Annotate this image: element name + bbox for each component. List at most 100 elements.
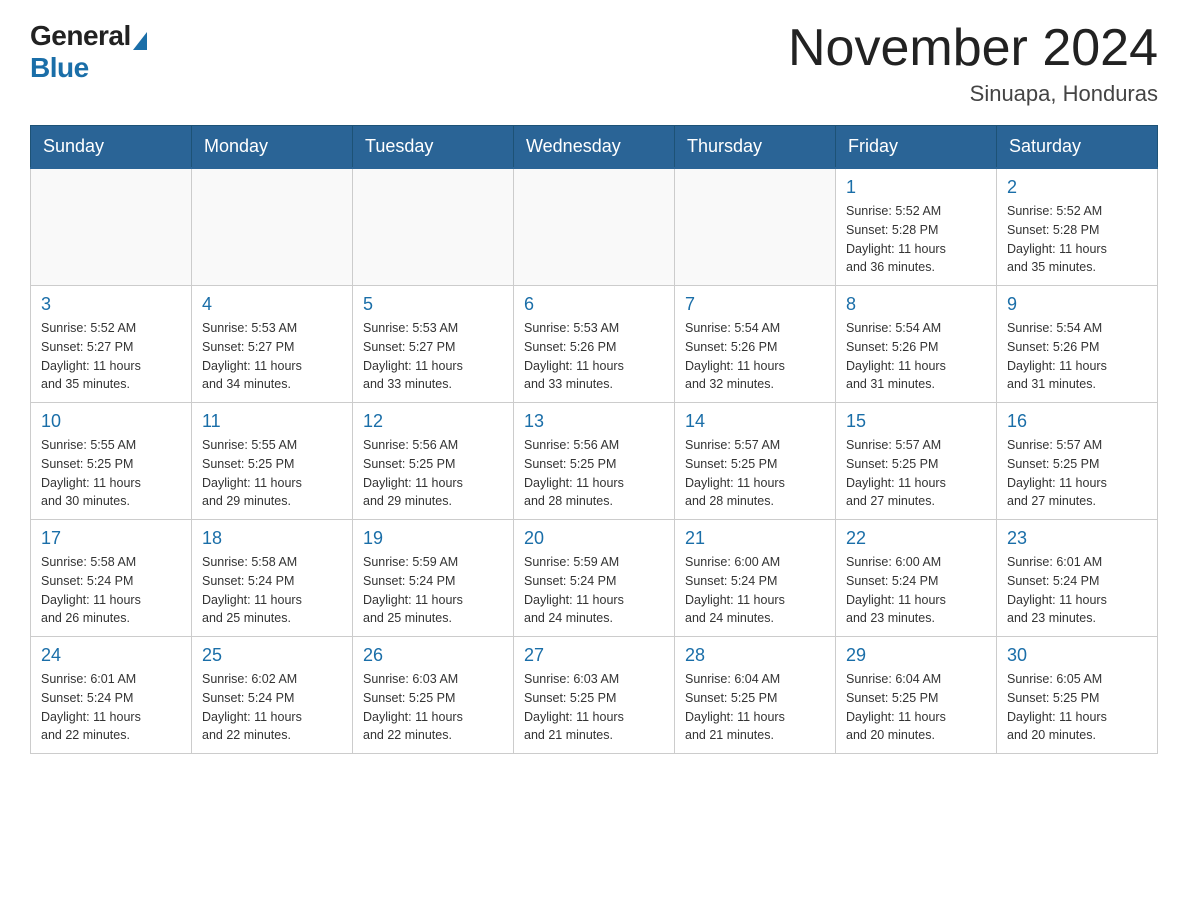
calendar-cell: 28 Sunrise: 6:04 AM Sunset: 5:25 PM Dayli… — [675, 637, 836, 754]
calendar-cell — [675, 168, 836, 286]
day-number: 9 — [1007, 294, 1147, 315]
day-info: Sunrise: 5:58 AM Sunset: 5:24 PM Dayligh… — [202, 553, 342, 628]
day-info: Sunrise: 5:59 AM Sunset: 5:24 PM Dayligh… — [524, 553, 664, 628]
calendar-cell: 9 Sunrise: 5:54 AM Sunset: 5:26 PM Daylig… — [997, 286, 1158, 403]
day-number: 29 — [846, 645, 986, 666]
week-row-5: 24 Sunrise: 6:01 AM Sunset: 5:24 PM Dayli… — [31, 637, 1158, 754]
day-number: 22 — [846, 528, 986, 549]
day-info: Sunrise: 6:04 AM Sunset: 5:25 PM Dayligh… — [846, 670, 986, 745]
day-number: 20 — [524, 528, 664, 549]
day-info: Sunrise: 6:05 AM Sunset: 5:25 PM Dayligh… — [1007, 670, 1147, 745]
day-info: Sunrise: 5:54 AM Sunset: 5:26 PM Dayligh… — [1007, 319, 1147, 394]
day-number: 23 — [1007, 528, 1147, 549]
calendar-cell: 11Sunrise: 5:55 AM Sunset: 5:25 PM Dayli… — [192, 403, 353, 520]
day-info: Sunrise: 6:03 AM Sunset: 5:25 PM Dayligh… — [524, 670, 664, 745]
day-number: 19 — [363, 528, 503, 549]
calendar-cell — [192, 168, 353, 286]
calendar-cell: 30 Sunrise: 6:05 AM Sunset: 5:25 PM Dayli… — [997, 637, 1158, 754]
day-info: Sunrise: 6:04 AM Sunset: 5:25 PM Dayligh… — [685, 670, 825, 745]
weekday-header-friday: Friday — [836, 126, 997, 169]
calendar-cell: 19 Sunrise: 5:59 AM Sunset: 5:24 PM Dayli… — [353, 520, 514, 637]
day-info: Sunrise: 5:52 AM Sunset: 5:27 PM Dayligh… — [41, 319, 181, 394]
calendar-cell: 8Sunrise: 5:54 AM Sunset: 5:26 PM Daylig… — [836, 286, 997, 403]
day-number: 15 — [846, 411, 986, 432]
day-number: 7 — [685, 294, 825, 315]
logo: General Blue — [30, 20, 147, 84]
day-number: 6 — [524, 294, 664, 315]
weekday-header-sunday: Sunday — [31, 126, 192, 169]
day-number: 28 — [685, 645, 825, 666]
day-info: Sunrise: 5:59 AM Sunset: 5:24 PM Dayligh… — [363, 553, 503, 628]
calendar-cell: 24 Sunrise: 6:01 AM Sunset: 5:24 PM Dayli… — [31, 637, 192, 754]
day-info: Sunrise: 5:53 AM Sunset: 5:27 PM Dayligh… — [363, 319, 503, 394]
calendar-cell: 14 Sunrise: 5:57 AM Sunset: 5:25 PM Dayli… — [675, 403, 836, 520]
weekday-header-monday: Monday — [192, 126, 353, 169]
day-number: 18 — [202, 528, 342, 549]
calendar-table: SundayMondayTuesdayWednesdayThursdayFrid… — [30, 125, 1158, 754]
day-number: 12 — [363, 411, 503, 432]
calendar-cell: 22Sunrise: 6:00 AM Sunset: 5:24 PM Dayli… — [836, 520, 997, 637]
day-info: Sunrise: 5:54 AM Sunset: 5:26 PM Dayligh… — [685, 319, 825, 394]
day-number: 13 — [524, 411, 664, 432]
calendar-cell: 6Sunrise: 5:53 AM Sunset: 5:26 PM Daylig… — [514, 286, 675, 403]
calendar-cell: 23Sunrise: 6:01 AM Sunset: 5:24 PM Dayli… — [997, 520, 1158, 637]
calendar-cell: 15Sunrise: 5:57 AM Sunset: 5:25 PM Dayli… — [836, 403, 997, 520]
calendar-cell: 13 Sunrise: 5:56 AM Sunset: 5:25 PM Dayli… — [514, 403, 675, 520]
calendar-cell: 5 Sunrise: 5:53 AM Sunset: 5:27 PM Daylig… — [353, 286, 514, 403]
week-row-2: 3 Sunrise: 5:52 AM Sunset: 5:27 PM Daylig… — [31, 286, 1158, 403]
calendar-cell: 29 Sunrise: 6:04 AM Sunset: 5:25 PM Dayli… — [836, 637, 997, 754]
day-number: 1 — [846, 177, 986, 198]
calendar-cell: 7 Sunrise: 5:54 AM Sunset: 5:26 PM Daylig… — [675, 286, 836, 403]
day-info: Sunrise: 5:52 AM Sunset: 5:28 PM Dayligh… — [1007, 202, 1147, 277]
calendar-cell — [31, 168, 192, 286]
page-header: General Blue November 2024 Sinuapa, Hond… — [30, 20, 1158, 107]
day-number: 3 — [41, 294, 181, 315]
calendar-cell: 16 Sunrise: 5:57 AM Sunset: 5:25 PM Dayli… — [997, 403, 1158, 520]
calendar-cell: 1 Sunrise: 5:52 AM Sunset: 5:28 PM Daylig… — [836, 168, 997, 286]
day-number: 11 — [202, 411, 342, 432]
weekday-header-thursday: Thursday — [675, 126, 836, 169]
week-row-4: 17Sunrise: 5:58 AM Sunset: 5:24 PM Dayli… — [31, 520, 1158, 637]
calendar-cell — [514, 168, 675, 286]
title-block: November 2024 Sinuapa, Honduras — [788, 20, 1158, 107]
calendar-cell: 18 Sunrise: 5:58 AM Sunset: 5:24 PM Dayli… — [192, 520, 353, 637]
day-number: 5 — [363, 294, 503, 315]
day-number: 16 — [1007, 411, 1147, 432]
calendar-cell: 3 Sunrise: 5:52 AM Sunset: 5:27 PM Daylig… — [31, 286, 192, 403]
day-info: Sunrise: 5:56 AM Sunset: 5:25 PM Dayligh… — [524, 436, 664, 511]
day-number: 21 — [685, 528, 825, 549]
weekday-header-row: SundayMondayTuesdayWednesdayThursdayFrid… — [31, 126, 1158, 169]
day-number: 26 — [363, 645, 503, 666]
calendar-cell: 20 Sunrise: 5:59 AM Sunset: 5:24 PM Dayli… — [514, 520, 675, 637]
day-info: Sunrise: 6:00 AM Sunset: 5:24 PM Dayligh… — [685, 553, 825, 628]
page-title: November 2024 — [788, 20, 1158, 77]
day-number: 30 — [1007, 645, 1147, 666]
calendar-cell: 2 Sunrise: 5:52 AM Sunset: 5:28 PM Daylig… — [997, 168, 1158, 286]
day-info: Sunrise: 5:52 AM Sunset: 5:28 PM Dayligh… — [846, 202, 986, 277]
day-info: Sunrise: 5:55 AM Sunset: 5:25 PM Dayligh… — [41, 436, 181, 511]
day-number: 25 — [202, 645, 342, 666]
calendar-cell: 4Sunrise: 5:53 AM Sunset: 5:27 PM Daylig… — [192, 286, 353, 403]
day-number: 4 — [202, 294, 342, 315]
week-row-3: 10Sunrise: 5:55 AM Sunset: 5:25 PM Dayli… — [31, 403, 1158, 520]
day-number: 14 — [685, 411, 825, 432]
day-info: Sunrise: 6:03 AM Sunset: 5:25 PM Dayligh… — [363, 670, 503, 745]
logo-general-text: General — [30, 20, 131, 52]
calendar-cell: 12Sunrise: 5:56 AM Sunset: 5:25 PM Dayli… — [353, 403, 514, 520]
day-info: Sunrise: 6:01 AM Sunset: 5:24 PM Dayligh… — [41, 670, 181, 745]
day-info: Sunrise: 5:57 AM Sunset: 5:25 PM Dayligh… — [1007, 436, 1147, 511]
calendar-cell: 27Sunrise: 6:03 AM Sunset: 5:25 PM Dayli… — [514, 637, 675, 754]
logo-blue-text: Blue — [30, 52, 89, 84]
calendar-cell: 25Sunrise: 6:02 AM Sunset: 5:24 PM Dayli… — [192, 637, 353, 754]
day-info: Sunrise: 5:57 AM Sunset: 5:25 PM Dayligh… — [685, 436, 825, 511]
day-number: 2 — [1007, 177, 1147, 198]
calendar-cell: 17Sunrise: 5:58 AM Sunset: 5:24 PM Dayli… — [31, 520, 192, 637]
weekday-header-saturday: Saturday — [997, 126, 1158, 169]
day-number: 24 — [41, 645, 181, 666]
weekday-header-tuesday: Tuesday — [353, 126, 514, 169]
weekday-header-wednesday: Wednesday — [514, 126, 675, 169]
calendar-cell: 10Sunrise: 5:55 AM Sunset: 5:25 PM Dayli… — [31, 403, 192, 520]
day-info: Sunrise: 5:58 AM Sunset: 5:24 PM Dayligh… — [41, 553, 181, 628]
calendar-cell: 26 Sunrise: 6:03 AM Sunset: 5:25 PM Dayli… — [353, 637, 514, 754]
calendar-cell — [353, 168, 514, 286]
